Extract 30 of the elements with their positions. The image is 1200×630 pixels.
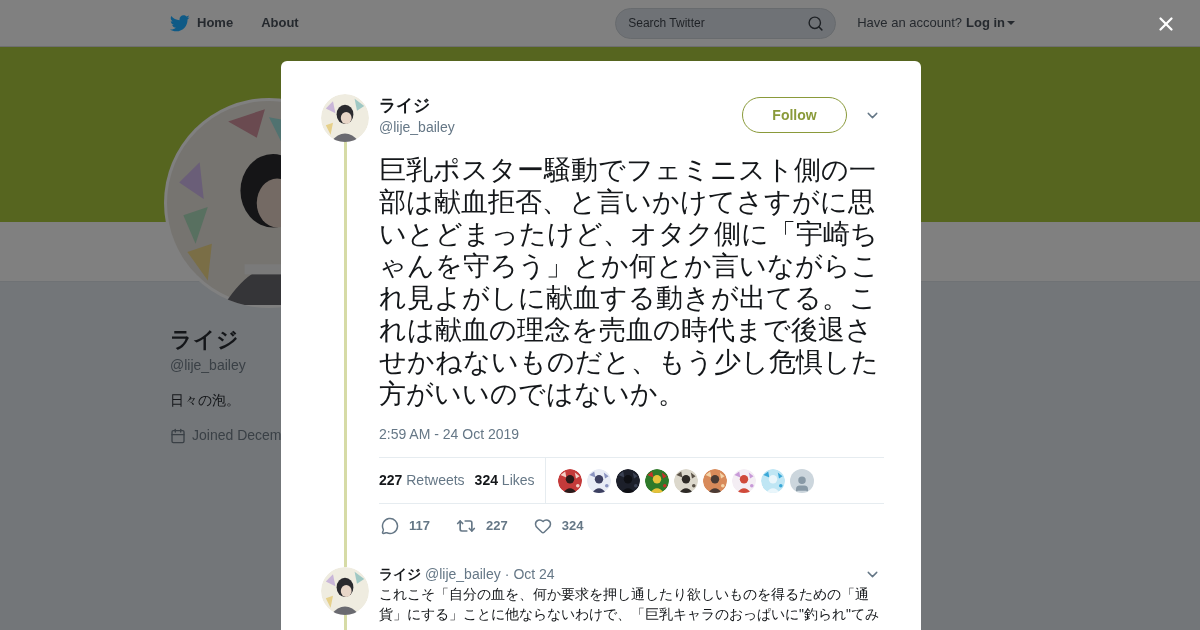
profile-bio: 日々の泡。 bbox=[170, 391, 240, 410]
search-icon bbox=[807, 14, 825, 32]
login-button[interactable]: Log in bbox=[966, 13, 1015, 33]
reply-author-name: ライジ bbox=[379, 565, 421, 584]
account-prompt: Have an account? bbox=[857, 14, 962, 33]
profile-handle: @lije_bailey bbox=[170, 356, 246, 375]
about-link[interactable]: About bbox=[261, 13, 299, 33]
default-avatar-icon bbox=[789, 468, 814, 493]
tweet-text: 巨乳ポスター騒動でフェミニスト側の一部は献血拒否、と言いかけてさすがに思いとどまったけど、オタク側に「宇崎ちゃんを守ろう」とか何とか言いながらこれ見よがしに献血する動きが出てる。これは献血の理念を売血の時代まで後退させかねないものだと、もう少し危惧した方がいいのではないか。 bbox=[379, 154, 880, 410]
heart-icon bbox=[533, 517, 552, 535]
separator-dot: · bbox=[504, 565, 510, 584]
calendar-icon bbox=[170, 427, 186, 444]
retweet-button[interactable]: 227 bbox=[456, 516, 508, 536]
tweet-timestamp: 2:59 AM - 24 Oct 2019 bbox=[379, 425, 521, 444]
reply-author-handle: @lije_bailey bbox=[425, 565, 501, 584]
search-field[interactable]: Search Twitter bbox=[615, 7, 837, 39]
retweets-count[interactable]: 227 Retweets bbox=[379, 470, 465, 491]
reply-button[interactable]: 117 bbox=[381, 516, 430, 536]
reply-date: Oct 24 bbox=[513, 565, 555, 584]
caret-icon bbox=[1007, 21, 1015, 25]
likes-count[interactable]: 324 Likes bbox=[474, 470, 535, 491]
reply-icon bbox=[381, 517, 399, 535]
bird-icon bbox=[170, 14, 190, 32]
reply-text: これこそ「自分の血を、何か要求を押し通したり欲しいものを得るための「通貨」にする」ことに他ならないわけで、「巨乳キャラのおっぱいに"釣られ"てみ bbox=[379, 586, 880, 624]
home-link[interactable]: Home bbox=[170, 13, 234, 33]
profile-name: ライジ bbox=[170, 327, 239, 353]
joined-date: Joined Decem bbox=[192, 426, 282, 445]
author-name: ライジ bbox=[379, 95, 431, 117]
author-handle: @lije_bailey bbox=[379, 118, 455, 137]
like-button[interactable]: 324 bbox=[533, 516, 584, 536]
